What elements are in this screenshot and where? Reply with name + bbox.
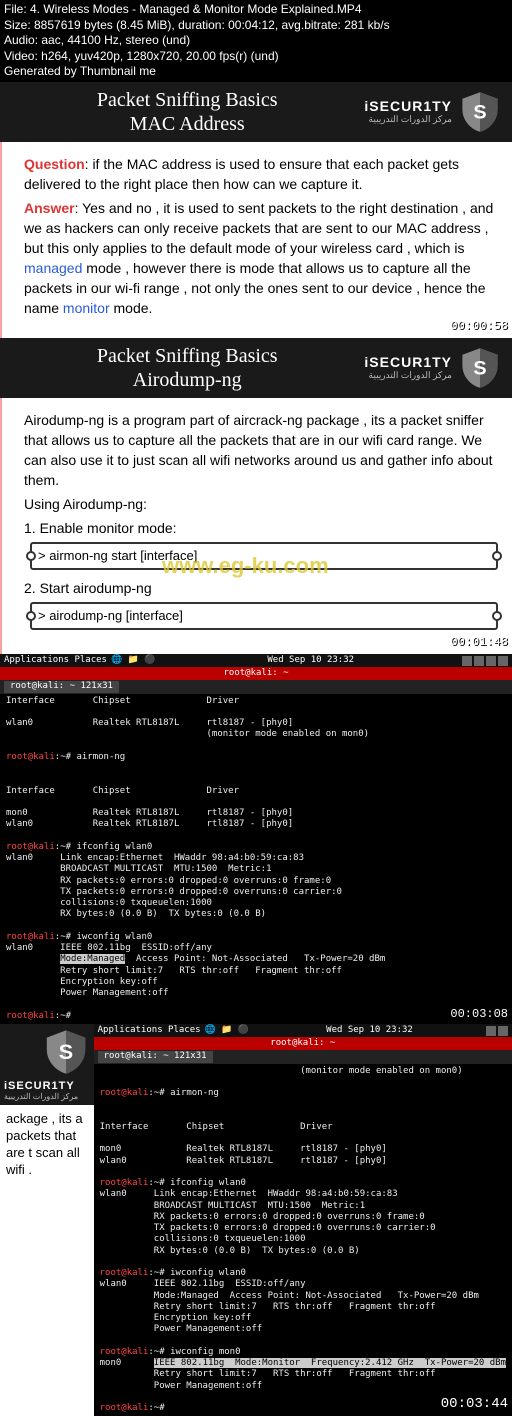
brand: iSECUR1TY مركز الدورات التدريبية S bbox=[364, 346, 502, 390]
step1: 1. Enable monitor mode: bbox=[24, 518, 498, 538]
using-heading: Using Airodump-ng: bbox=[24, 494, 498, 514]
thumb2-terminal: Applications Places 🌐 📁 ⚫ Wed Sep 10 23:… bbox=[94, 1024, 512, 1416]
panel-clock[interactable]: Wed Sep 10 23:32 bbox=[253, 1025, 486, 1036]
timestamp: 00:03:44 bbox=[441, 1396, 508, 1412]
meta-audio: Audio: aac, 44100 Hz, stereo (und) bbox=[4, 33, 508, 49]
shield-icon: S bbox=[42, 1028, 90, 1076]
timestamp: 00:01:48 bbox=[450, 632, 508, 652]
panel-apps[interactable]: Applications Places bbox=[4, 655, 107, 666]
svg-text:S: S bbox=[58, 1039, 72, 1064]
thumb1: Applications Places 🌐 📁 ⚫ Wed Sep 10 23:… bbox=[0, 654, 512, 1024]
slide1-title: Packet Sniffing Basics MAC Address bbox=[10, 88, 364, 136]
terminal-tab[interactable]: root@kali: ~ 121x31 bbox=[98, 1051, 213, 1062]
svg-text:S: S bbox=[473, 102, 486, 124]
panel-icons[interactable]: 🌐 📁 ⚫ bbox=[205, 1025, 249, 1036]
slide2-header: Packet Sniffing Basics Airodump-ng iSECU… bbox=[0, 338, 512, 398]
shield-icon: S bbox=[458, 346, 502, 390]
brand-name: iSECUR1TY bbox=[364, 98, 452, 114]
svg-text:S: S bbox=[473, 358, 486, 380]
panel-clock[interactable]: Wed Sep 10 23:32 bbox=[159, 655, 462, 666]
terminal-output[interactable]: (monitor mode enabled on mon0) root@kali… bbox=[94, 1064, 512, 1416]
cmd-airmon: > airmon-ng start [interface] bbox=[30, 542, 498, 570]
meta-file: File: 4. Wireless Modes - Managed & Moni… bbox=[4, 2, 508, 18]
airodump-desc: Airodump-ng is a program part of aircrac… bbox=[24, 410, 498, 490]
slide-fragment-text: ackage , its a packets that are t scan a… bbox=[0, 1105, 94, 1185]
shield-icon: S bbox=[458, 90, 502, 134]
terminal-output[interactable]: Interface Chipset Driver wlan0 Realtek R… bbox=[0, 694, 512, 1024]
timestamp: 00:03:08 bbox=[450, 1007, 508, 1022]
question-label: Question bbox=[24, 156, 85, 172]
panel-icons[interactable]: 🌐 📁 ⚫ bbox=[111, 655, 155, 666]
terminal-tabbar[interactable]: root@kali: ~ 121x31 bbox=[0, 680, 512, 693]
terminal-tabbar[interactable]: root@kali: ~ 121x31 bbox=[94, 1050, 512, 1063]
slide1-body: Question: if the MAC address is used to … bbox=[0, 142, 512, 338]
panel-tray[interactable] bbox=[462, 656, 508, 666]
managed-keyword: managed bbox=[24, 260, 82, 276]
step2: 2. Start airodump-ng bbox=[24, 578, 498, 598]
slide2-body: Airodump-ng is a program part of aircrac… bbox=[0, 398, 512, 654]
terminal-titlebar[interactable]: root@kali: ~ bbox=[0, 667, 512, 680]
meta-size: Size: 8857619 bytes (8.45 MiB), duration… bbox=[4, 18, 508, 34]
slide1-header: Packet Sniffing Basics MAC Address iSECU… bbox=[0, 82, 512, 142]
panel-apps[interactable]: Applications Places bbox=[98, 1025, 201, 1036]
slide2-title: Packet Sniffing Basics Airodump-ng bbox=[10, 344, 364, 392]
thumb2-slide-fragment: S iSECUR1TY مركز الدورات التدريبية ackag… bbox=[0, 1024, 94, 1416]
meta-video: Video: h264, yuv420p, 1280x720, 20.00 fp… bbox=[4, 49, 508, 65]
meta-generator: Generated by Thumbnail me bbox=[4, 64, 508, 80]
monitor-keyword: monitor bbox=[63, 300, 110, 316]
terminal-titlebar[interactable]: root@kali: ~ bbox=[94, 1037, 512, 1050]
terminal-tab[interactable]: root@kali: ~ 121x31 bbox=[4, 681, 119, 692]
cmd-airodump: > airodump-ng [interface] bbox=[30, 602, 498, 630]
panel-tray[interactable] bbox=[486, 1026, 508, 1036]
answer-label: Answer bbox=[24, 200, 75, 216]
brand-arabic: مركز الدورات التدريبية bbox=[364, 114, 452, 125]
gnome-panel[interactable]: Applications Places 🌐 📁 ⚫ Wed Sep 10 23:… bbox=[0, 654, 512, 667]
gnome-panel[interactable]: Applications Places 🌐 📁 ⚫ Wed Sep 10 23:… bbox=[94, 1024, 512, 1037]
brand: iSECUR1TY مركز الدورات التدريبية S bbox=[364, 90, 502, 134]
timestamp: 00:00:58 bbox=[450, 316, 508, 336]
video-metadata: File: 4. Wireless Modes - Managed & Moni… bbox=[0, 0, 512, 82]
thumb2-row: S iSECUR1TY مركز الدورات التدريبية ackag… bbox=[0, 1024, 512, 1416]
